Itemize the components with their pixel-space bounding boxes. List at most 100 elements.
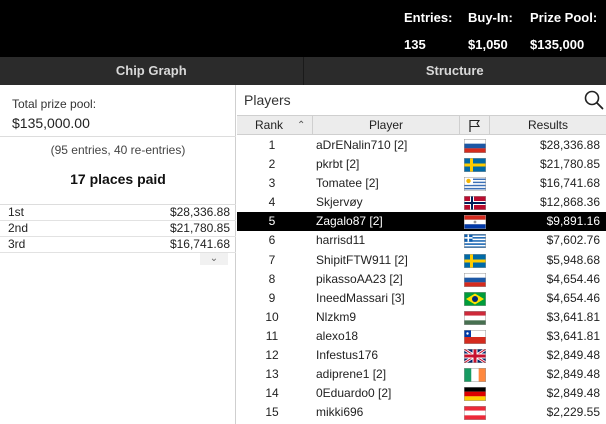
table-row[interactable]: 10 Nlzkm9 $3,641.81 [237,308,606,327]
buyin-label: Buy-In: [468,10,513,25]
player-name-cell: aDrENalin710 [2] [316,138,408,152]
table-row[interactable]: 14 0Eduardo0 [2] $2,849.48 [237,384,606,403]
result-cell: $12,868.36 [539,195,600,210]
chevron-down-icon[interactable]: ⌄ [200,253,228,265]
rank-cell: 6 [268,233,276,248]
country-flag-icon [464,368,486,383]
table-row[interactable]: 5 Zagalo87 [2] $9,891.16 [237,212,606,232]
table-row[interactable]: 15 mikki696 $2,229.55 [237,403,606,422]
result-cell: $4,654.46 [546,271,600,286]
tab-structure[interactable]: Structure [304,57,606,85]
entries-stat: Entries: 135 [404,10,452,53]
table-row[interactable]: 7 ShipitFTW911 [2] $5,948.68 [237,251,606,270]
prize-pool-stat: Prize Pool: $135,000 [530,10,597,53]
buyin-stat: Buy-In: $1,050 [468,10,513,53]
player-name-cell: pkrbt [2] [316,157,360,172]
total-prize-label: Total prize pool: [12,97,97,111]
result-cell: $7,602.76 [546,233,600,248]
country-flag-icon [464,139,486,153]
result-cell: $28,336.88 [539,138,600,152]
table-row[interactable]: 11 alexo18 $3,641.81 [237,327,606,346]
table-row[interactable]: 13 adiprene1 [2] $2,849.48 [237,365,606,384]
payout-place: 2nd [8,221,29,235]
rank-cell: 15 [265,405,279,420]
results-column-header[interactable]: Results [490,116,606,135]
country-flag-icon [464,253,486,268]
rank-cell: 13 [265,367,279,382]
player-column-header[interactable]: Player [313,116,460,135]
payout-amount: $21,780.85 [169,221,230,235]
result-cell: $2,229.55 [546,405,600,420]
payout-row: 2nd $21,780.85 [0,221,236,237]
entries-note: (95 entries, 40 re-entries) [50,143,186,157]
player-name-cell: IneedMassari [3] [316,290,405,305]
rank-cell: 9 [268,290,276,305]
country-flag-icon [464,215,486,230]
player-name-cell: alexo18 [316,328,359,343]
player-name-cell: Infestus176 [316,348,379,363]
result-cell: $9,891.16 [546,214,600,229]
rank-header-label: Rank [255,118,284,132]
entries-label: Entries: [404,10,453,25]
country-flag-icon [464,272,486,287]
payout-place: 3rd [8,237,26,251]
country-flag-icon [464,177,486,192]
rank-cell: 1 [268,138,276,152]
country-flag-icon [464,387,486,402]
table-row[interactable]: 12 Infestus176 $2,849.48 [237,346,606,365]
players-table-body: 1 aDrENalin710 [2] $28,336.88 2 pkrbt [2] $21… [237,136,606,422]
country-flag-icon [464,291,486,306]
result-cell: $5,948.68 [546,252,600,267]
country-flag-icon [464,349,486,364]
tab-chip-graph[interactable]: Chip Graph [0,57,304,85]
payout-amount: $16,741.68 [169,237,230,251]
player-name-cell: harrisd11 [316,233,366,248]
player-name-cell: pikassoAA23 [2] [316,271,403,286]
rank-cell: 3 [268,176,276,191]
rank-cell: 10 [265,309,279,324]
player-name-cell: Tomatee [2] [316,176,379,191]
rank-cell: 14 [265,386,279,401]
result-cell: $4,654.46 [546,290,600,305]
flag-column-header[interactable] [460,116,490,135]
buyin-value: $1,050 [468,37,508,52]
table-row[interactable]: 3 Tomatee [2] $16,741.68 [237,174,606,193]
player-name-cell: Nlzkm9 [316,309,357,324]
search-icon[interactable] [584,90,604,110]
payout-list: 1st $28,336.88 2nd $21,780.85 3rd $16,741.68 [0,205,236,253]
result-cell: $16,741.68 [539,176,600,191]
table-row[interactable]: 1 aDrENalin710 [2] $28,336.88 [237,136,606,155]
table-row[interactable]: 4 Skjervøy $12,868.36 [237,193,606,212]
table-row[interactable]: 9 IneedMassari [3] $4,654.46 [237,289,606,308]
prize-pool-label: Prize Pool: [530,10,598,25]
entries-value: 135 [404,37,426,52]
table-row[interactable]: 8 pikassoAA23 [2] $4,654.46 [237,270,606,289]
table-row[interactable]: 2 pkrbt [2] $21,780.85 [237,155,606,174]
player-name-cell: ShipitFTW911 [2] [316,252,408,267]
payout-place: 1st [8,205,25,219]
rank-cell: 5 [268,214,276,229]
country-flag-icon [464,196,486,211]
payout-row: 1st $28,336.88 [0,205,236,221]
players-table-header: Rank ⌃ Player Results [237,115,606,135]
result-cell: $2,849.48 [546,367,600,382]
result-cell: $21,780.85 [539,157,600,172]
country-flag-icon [464,234,486,249]
result-cell: $2,849.48 [546,348,600,363]
result-cell: $2,849.48 [546,386,600,401]
total-prize-value: $135,000.00 [12,115,90,131]
players-panel: Players Rank ⌃ Player Results 1 aDrENalin… [237,85,606,424]
prize-panel: Total prize pool: $135,000.00 (95 entrie… [0,85,236,424]
rank-cell: 7 [268,252,276,267]
flag-icon [468,119,480,132]
player-name-cell: mikki696 [316,405,364,420]
rank-cell: 11 [265,328,279,343]
rank-cell: 2 [268,157,276,172]
table-row[interactable]: 6 harrisd11 $7,602.76 [237,231,606,250]
prize-pool-value: $135,000 [530,37,585,52]
places-paid: 17 places paid [70,171,166,187]
player-name-cell: 0Eduardo0 [2] [316,386,392,401]
players-title: Players [244,92,291,108]
rank-cell: 8 [268,271,276,286]
rank-column-header[interactable]: Rank ⌃ [237,116,313,135]
